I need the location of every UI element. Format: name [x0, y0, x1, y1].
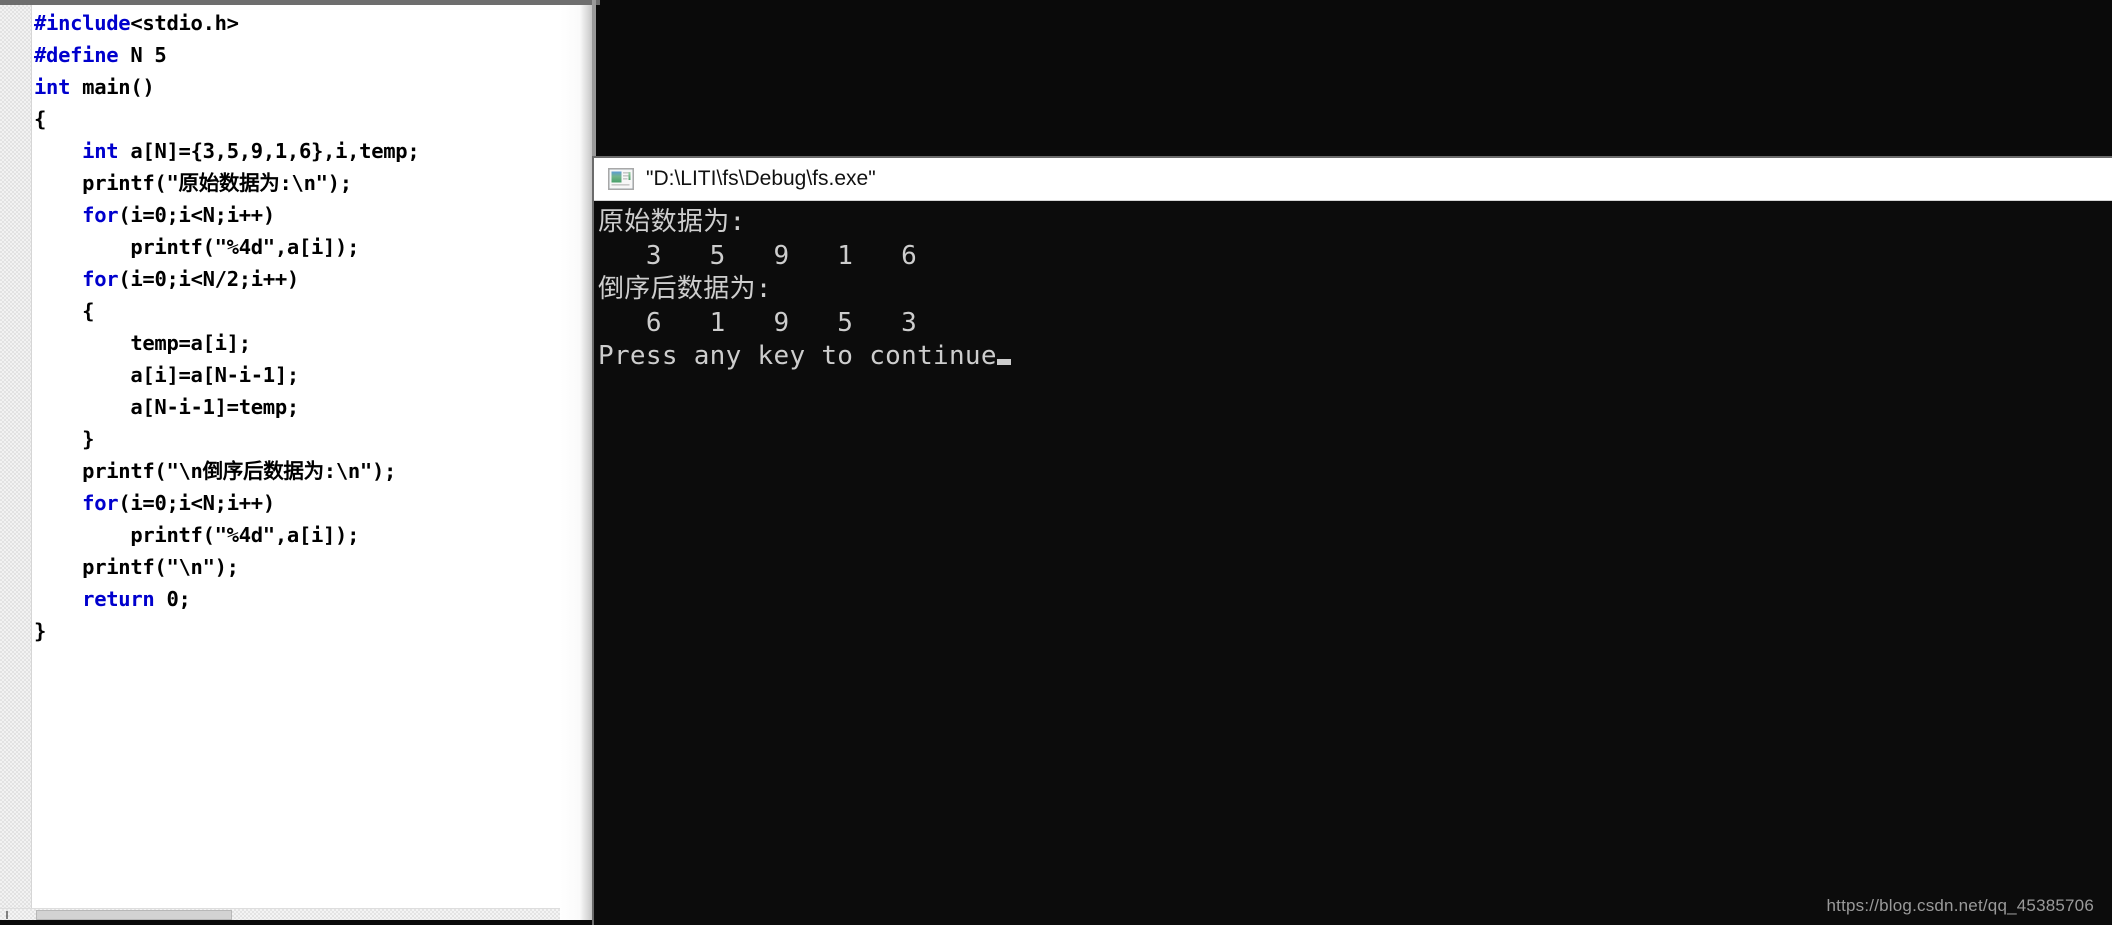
watermark-url: https://blog.csdn.net/qq_45385706: [1826, 896, 2094, 915]
editor-code-area[interactable]: #include<stdio.h> #define N 5 int main()…: [34, 7, 596, 920]
console-title-text: "D:\LITI\fs\Debug\fs.exe": [646, 167, 876, 190]
editor-horizontal-scrollbar[interactable]: [0, 908, 592, 920]
console-output-area[interactable]: 原始数据为: 3 5 9 1 6 倒序后数据为: 6 1 9 5 3 Press…: [594, 202, 2112, 925]
source-code-text: #include<stdio.h> #define N 5 int main()…: [34, 11, 420, 643]
code-token-kw: for: [82, 203, 119, 227]
scrollbar-tick-left: [6, 911, 8, 919]
screenshot-root: #include<stdio.h> #define N 5 int main()…: [0, 0, 2112, 925]
code-token-kw: for: [82, 491, 119, 515]
code-token-pp: #define: [34, 43, 119, 67]
code-token-kw: return: [82, 587, 155, 611]
code-token-kw: int: [34, 75, 71, 99]
source-code-editor-panel: #include<stdio.h> #define N 5 int main()…: [0, 5, 596, 920]
code-token-kw: for: [82, 267, 119, 291]
code-token-kw: int: [82, 139, 119, 163]
console-window-icon: [608, 168, 634, 190]
console-titlebar[interactable]: "D:\LITI\fs\Debug\fs.exe": [594, 158, 2112, 201]
console-cursor: [996, 359, 1011, 365]
editor-scrollbar-thumb[interactable]: [36, 910, 232, 920]
editor-fold-margin-divider: [31, 5, 32, 920]
console-output-text: 原始数据为: 3 5 9 1 6 倒序后数据为: 6 1 9 5 3 Press…: [598, 206, 2112, 374]
console-window[interactable]: "D:\LITI\fs\Debug\fs.exe" 原始数据为: 3 5 9 1…: [592, 156, 2112, 925]
editor-fold-margin[interactable]: [0, 5, 31, 920]
code-token-pp: #include: [34, 11, 131, 35]
